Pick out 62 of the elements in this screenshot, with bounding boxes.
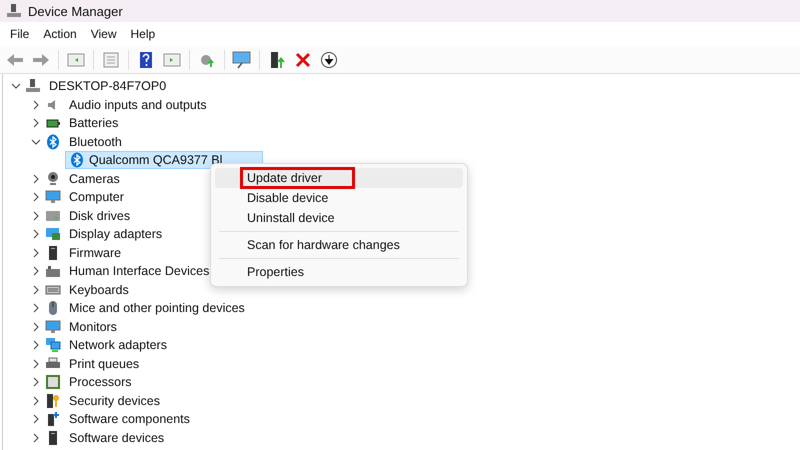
webcam-icon xyxy=(45,170,61,187)
menu-item[interactable]: Scan for hardware changes xyxy=(215,235,463,255)
expand-chevron-icon[interactable] xyxy=(31,100,41,110)
expand-chevron-icon[interactable] xyxy=(31,340,41,350)
bluetooth-icon xyxy=(69,152,85,168)
menu-item[interactable]: Action xyxy=(37,25,83,43)
tree-item[interactable]: Security devices xyxy=(65,392,164,410)
expand-chevron-icon[interactable] xyxy=(31,118,41,128)
tree-item[interactable]: Display adapters xyxy=(65,225,166,244)
tree-item[interactable]: DESKTOP-84F7OP0 xyxy=(45,77,170,96)
menu-item[interactable]: View xyxy=(84,25,122,43)
computer-icon xyxy=(25,78,41,94)
menu-item[interactable]: File xyxy=(4,25,36,43)
tree-item[interactable]: Network adapters xyxy=(65,336,171,354)
expand-chevron-icon[interactable] xyxy=(31,303,41,314)
scan-hardware-button[interactable] xyxy=(231,48,253,70)
expand-chevron-icon[interactable] xyxy=(31,396,41,406)
tree-item[interactable]: Firmware xyxy=(65,244,126,262)
tree-item[interactable]: Software components xyxy=(65,410,194,428)
expand-chevron-icon[interactable] xyxy=(31,432,41,443)
menu-item[interactable]: Uninstall device xyxy=(215,208,463,228)
key-device-icon xyxy=(45,392,61,409)
bluetooth-icon xyxy=(45,134,61,150)
monitor-icon xyxy=(45,318,61,335)
menu-item[interactable]: Disable device xyxy=(215,188,463,208)
tree-item[interactable]: Keyboards xyxy=(65,280,133,299)
expand-chevron-icon[interactable] xyxy=(31,266,41,276)
expand-chevron-icon[interactable] xyxy=(31,229,41,240)
menu-item[interactable]: Help xyxy=(124,25,162,43)
tree-item[interactable]: Human Interface Devices xyxy=(65,262,214,280)
tree-item[interactable]: Bluetooth xyxy=(65,132,126,151)
hid-icon xyxy=(45,263,61,280)
tree-item[interactable]: Monitors xyxy=(65,318,121,336)
tree-item[interactable]: Processors xyxy=(65,373,136,392)
tree-item[interactable]: Batteries xyxy=(65,114,122,132)
tree-item[interactable]: Software devices xyxy=(65,428,168,447)
processor-icon xyxy=(45,374,61,390)
software-component-icon xyxy=(45,411,61,428)
monitor-icon xyxy=(45,189,61,206)
menu-item[interactable]: Update driver xyxy=(215,168,463,188)
collapse-chevron-icon[interactable] xyxy=(31,136,41,147)
expand-chevron-icon[interactable] xyxy=(31,377,41,388)
expand-chevron-icon[interactable] xyxy=(31,284,41,295)
menu-item[interactable]: Properties xyxy=(215,262,463,282)
tree-item[interactable]: Computer xyxy=(65,188,128,206)
expand-chevron-icon[interactable] xyxy=(31,358,41,369)
app-icon xyxy=(6,3,22,19)
expand-chevron-icon[interactable] xyxy=(31,192,41,202)
expand-chevron-icon[interactable] xyxy=(31,248,41,258)
expand-chevron-icon[interactable] xyxy=(31,210,41,221)
tree-item[interactable]: Mice and other pointing devices xyxy=(65,299,249,318)
expand-chevron-icon[interactable] xyxy=(31,322,41,332)
network-icon xyxy=(45,337,61,354)
collapse-chevron-icon[interactable] xyxy=(11,81,21,92)
tree-item[interactable]: Audio inputs and outputs xyxy=(65,96,211,114)
expand-chevron-icon[interactable] xyxy=(31,174,41,184)
tree-item[interactable]: Print queues xyxy=(65,354,144,373)
display-adapter-icon xyxy=(45,226,61,242)
tree-item[interactable]: Cameras xyxy=(65,170,124,188)
expand-chevron-icon[interactable] xyxy=(31,414,41,424)
window-title: Device Manager xyxy=(28,4,123,18)
tree-item[interactable]: Disk drives xyxy=(65,206,134,225)
